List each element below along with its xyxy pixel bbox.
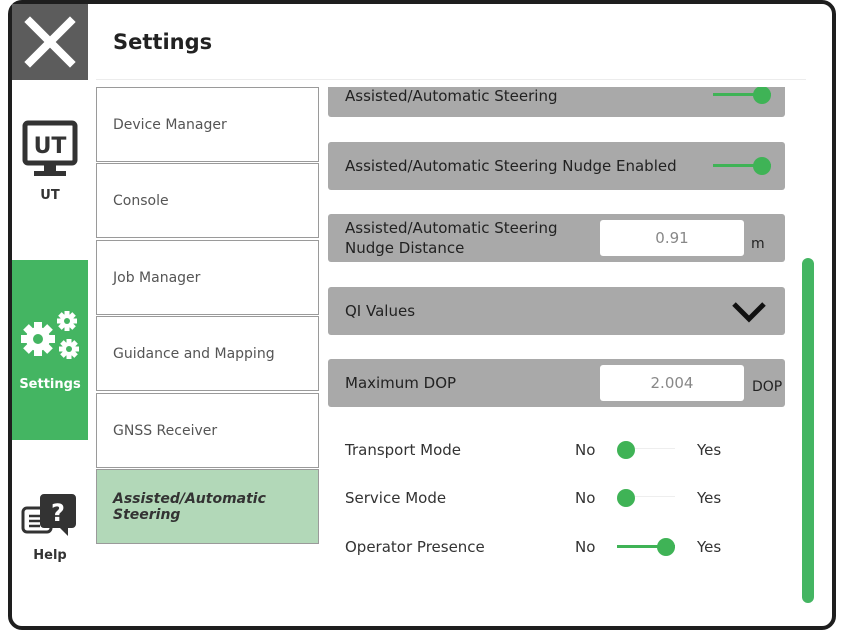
steering-enabled-row: Assisted/Automatic Steering [328,87,785,117]
rail-item-help[interactable]: ? Help [12,490,88,580]
max-dop-row: Maximum DOP 2.004 DOP [328,359,785,407]
ut-monitor-icon: UT [22,120,78,176]
nudge-distance-row: Assisted/Automatic Steering Nudge Distan… [328,214,785,262]
nudge-enabled-row: Assisted/Automatic Steering Nudge Enable… [328,142,785,190]
close-button[interactable] [12,4,88,80]
service-mode-label: Service Mode [345,489,447,507]
max-dop-input[interactable]: 2.004 [600,365,744,401]
service-mode-yes-label: Yes [697,489,722,507]
submenu-item-console[interactable]: Console [96,163,319,238]
submenu-item-gnss-receiver[interactable]: GNSS Receiver [96,393,319,468]
steering-enabled-switch[interactable] [713,87,771,105]
operator-presence-yes-label: Yes [697,538,722,556]
operator-presence-no-label: No [575,538,596,556]
submenu-item-guidance-mapping[interactable]: Guidance and Mapping [96,316,319,391]
max-dop-unit: DOP [752,379,783,395]
nudge-distance-unit: m [751,236,765,252]
transport-mode-switch[interactable] [617,440,675,460]
gears-icon [21,310,79,359]
submenu-item-device-manager[interactable]: Device Manager [96,87,319,162]
transport-mode-label: Transport Mode [345,441,462,459]
steering-enabled-label: Assisted/Automatic Steering [345,87,558,105]
rail-item-settings[interactable]: Settings [12,260,88,440]
rail-label-ut: UT [40,188,60,203]
content-scrollbar[interactable] [802,258,814,603]
operator-presence-switch[interactable] [617,537,675,557]
nudge-enabled-switch[interactable] [713,156,771,176]
help-chat-icon: ? [21,494,76,536]
svg-text:?: ? [51,499,65,527]
rail-item-ut[interactable]: UT UT [12,120,88,220]
chevron-down-icon [732,302,766,323]
page-title: Settings [113,30,213,54]
qi-values-row[interactable]: QI Values [328,287,785,335]
nudge-distance-input[interactable]: 0.91 [600,220,744,256]
rail-label-settings: Settings [19,376,81,392]
ut-icon-text: UT [34,134,67,159]
settings-content: Assisted/Automatic Steering Assisted/Aut… [328,87,798,607]
service-mode-switch[interactable] [617,488,675,508]
qi-values-label: QI Values [345,302,416,320]
rail-label-help: Help [33,548,67,563]
nudge-enabled-label: Assisted/Automatic Steering Nudge Enable… [345,157,677,175]
service-mode-no-label: No [575,489,596,507]
transport-mode-no-label: No [575,441,596,459]
submenu-item-assisted-steering[interactable]: Assisted/Automatic Steering [96,469,319,544]
max-dop-label: Maximum DOP [345,374,457,392]
close-icon [24,16,76,68]
submenu-item-job-manager[interactable]: Job Manager [96,240,319,315]
transport-mode-yes-label: Yes [697,441,722,459]
nudge-distance-label: Assisted/Automatic Steering Nudge Distan… [345,219,558,257]
title-divider [96,79,806,80]
operator-presence-label: Operator Presence [345,538,485,556]
